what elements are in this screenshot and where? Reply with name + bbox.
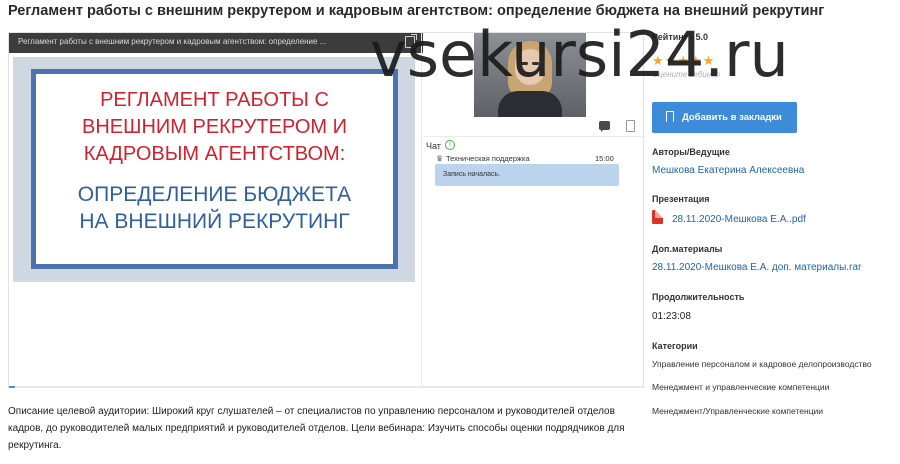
- slide-text-line: РЕГЛАМЕНТ РАБОТЫ С: [100, 89, 329, 111]
- crown-icon: ♛: [436, 154, 444, 163]
- category-link[interactable]: Управление персоналом и кадровое делопро…: [652, 359, 872, 369]
- playback-progress[interactable]: [9, 386, 643, 388]
- category-link[interactable]: Менеджмент и управленческие компетенции: [652, 382, 829, 392]
- chat-message-author: Техническая поддержка: [446, 154, 530, 163]
- slide-heading-red: РЕГЛАМЕНТ РАБОТЫ С ВНЕШНИМ РЕКРУТЕРОМ И …: [36, 87, 393, 168]
- bookmark-icon: [666, 111, 674, 126]
- category-link[interactable]: Менеджмент/Управленческие компетенции: [652, 406, 823, 416]
- playback-progress-fill: [9, 386, 16, 388]
- slide-text-line: ВНЕШНИМ РЕКРУТЕРОМ И: [81, 116, 348, 138]
- categories-label: Категории: [652, 341, 698, 351]
- slide-heading-blue: ОПРЕДЕЛЕНИЕ БЮДЖЕТА НА ВНЕШНИЙ РЕКРУТИНГ: [36, 181, 393, 235]
- duration-label: Продолжительность: [652, 292, 745, 302]
- chat-label: Чат: [426, 141, 441, 151]
- add-bookmark-label: Добавить в закладки: [682, 112, 782, 123]
- slide-text-line: ОПРЕДЕЛЕНИЕ БЮДЖЕТА: [77, 183, 352, 206]
- pdf-icon: [652, 210, 663, 224]
- presentation-label: Презентация: [652, 194, 710, 204]
- info-icon[interactable]: i: [445, 140, 455, 150]
- slide-text-line: НА ВНЕШНИЙ РЕКРУТИНГ: [79, 210, 350, 233]
- add-bookmark-button[interactable]: Добавить в закладки: [652, 102, 797, 133]
- webinar-description: Описание целевой аудитории: Широкий круг…: [8, 406, 625, 451]
- watermark: vsekursi24.ru: [370, 18, 789, 91]
- duration-value: 01:23:08: [652, 311, 691, 322]
- slide-frame: РЕГЛАМЕНТ РАБОТЫ С ВНЕШНИМ РЕКРУТЕРОМ И …: [31, 69, 398, 269]
- presentation-link[interactable]: 28.11.2020-Мешкова Е.А..pdf: [672, 214, 806, 225]
- chat-message: Запись началась.: [435, 164, 619, 186]
- player-title-bar: Регламент работы с внешним рекрутером и …: [9, 33, 423, 53]
- presentation-slide: РЕГЛАМЕНТ РАБОТЫ С ВНЕШНИМ РЕКРУТЕРОМ И …: [13, 57, 415, 282]
- chat-message-time: 15:00: [595, 154, 614, 163]
- chat-message-text: Запись началась.: [443, 171, 501, 178]
- author-link[interactable]: Мешкова Екатерина Алексеевна: [652, 165, 804, 176]
- player-title: Регламент работы с внешним рекрутером и …: [18, 37, 327, 46]
- materials-label: Доп.материалы: [652, 244, 723, 254]
- materials-link[interactable]: 28.11.2020-Мешкова Е.А. доп. материалы.r…: [652, 262, 861, 273]
- slide-text-line: КАДРОВЫМ АГЕНТСТВОМ:: [83, 143, 346, 165]
- authors-label: Авторы/Ведущие: [652, 147, 730, 157]
- document-icon[interactable]: [626, 120, 635, 132]
- chat-bubble-icon[interactable]: [599, 121, 610, 132]
- chat-tabs: [423, 119, 645, 137]
- page-title: Регламент работы с внешним рекрутером и …: [8, 3, 825, 19]
